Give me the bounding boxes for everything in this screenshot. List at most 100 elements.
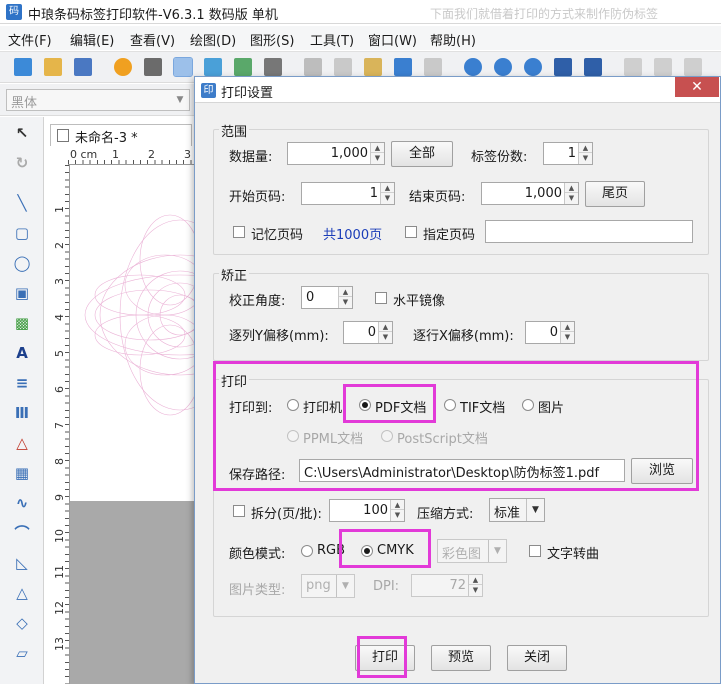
triangle-symbol-icon[interactable]: △ (12, 433, 32, 453)
copy-icon[interactable] (334, 58, 352, 76)
start-page-input[interactable] (302, 183, 382, 204)
color-mode-rgb-radio[interactable] (301, 545, 313, 557)
spin-up-icon[interactable]: ▲ (339, 287, 352, 297)
menu-tools[interactable]: 工具(T) (310, 30, 354, 49)
data-count-input[interactable] (288, 143, 372, 164)
pointer-icon[interactable]: ↖ (12, 123, 32, 143)
browse-button[interactable]: 浏览 (631, 458, 693, 484)
spin-up-icon[interactable]: ▲ (371, 143, 384, 153)
close-button[interactable]: 关闭 (507, 645, 567, 671)
database-icon[interactable] (204, 58, 222, 76)
rectangle-icon[interactable]: ▢ (12, 223, 32, 243)
save-path-input[interactable]: C:\Users\Administrator\Desktop\防伪标签1.pdf (299, 459, 625, 482)
last-page-button[interactable]: 尾页 (585, 181, 645, 207)
close-icon[interactable]: ✕ (675, 77, 719, 97)
row-x-offset-stepper[interactable]: ▲▼ (525, 321, 575, 344)
open-icon[interactable] (44, 58, 62, 76)
copies-input[interactable] (544, 143, 580, 164)
chevron-down-icon[interactable]: ▼ (526, 499, 544, 521)
preview-button[interactable]: 预览 (431, 645, 491, 671)
barcode-icon[interactable]: Ⅲ (12, 403, 32, 423)
spin-down-icon[interactable]: ▼ (379, 332, 392, 342)
print-button[interactable]: 打印 (355, 645, 415, 671)
menu-window[interactable]: 窗口(W) (368, 30, 417, 49)
align-right-icon[interactable] (684, 58, 702, 76)
row-x-offset-input[interactable] (526, 322, 562, 343)
label-canvas[interactable] (70, 165, 196, 501)
text-to-curve-checkbox[interactable] (529, 545, 541, 557)
menu-file[interactable]: 文件(F) (8, 30, 52, 49)
all-button[interactable]: 全部 (391, 141, 453, 167)
print-to-tif-radio[interactable] (444, 399, 456, 411)
spin-up-icon[interactable]: ▲ (561, 322, 574, 332)
settings-icon[interactable] (114, 58, 132, 76)
menu-view[interactable]: 查看(V) (130, 30, 175, 49)
line-icon[interactable]: ╲ (12, 193, 32, 213)
split-stepper[interactable]: ▲▼ (329, 499, 405, 522)
cut-icon[interactable] (304, 58, 322, 76)
spin-down-icon[interactable]: ▼ (579, 153, 592, 163)
align-center-icon[interactable] (654, 58, 672, 76)
split-checkbox[interactable] (233, 505, 245, 517)
col-y-spin[interactable]: ▲ ▼ (378, 322, 392, 343)
end-page-input[interactable] (482, 183, 566, 204)
save-icon[interactable] (74, 58, 92, 76)
font-family-select[interactable]: 黑体 ▼ (6, 89, 190, 111)
document-tab[interactable]: 未命名-3 * (50, 124, 192, 146)
spin-down-icon[interactable]: ▼ (371, 153, 384, 163)
print-to-image-radio[interactable] (522, 399, 534, 411)
text-icon[interactable]: A (12, 343, 32, 363)
color-mode-cmyk-radio[interactable] (361, 545, 373, 557)
picture-icon[interactable]: ▩ (12, 313, 32, 333)
remember-page-checkbox[interactable] (233, 226, 245, 238)
specify-page-input[interactable] (485, 220, 693, 243)
print-preview-icon[interactable] (173, 57, 193, 77)
spin-down-icon[interactable]: ▼ (391, 510, 404, 520)
redo-icon[interactable] (424, 58, 442, 76)
data-count-stepper[interactable]: ▲▼ (287, 142, 385, 165)
new-icon[interactable] (14, 58, 32, 76)
spin-down-icon[interactable]: ▼ (381, 193, 394, 203)
database-settings-icon[interactable] (234, 58, 252, 76)
menu-edit[interactable]: 编辑(E) (70, 30, 114, 49)
menu-draw[interactable]: 绘图(D) (190, 30, 236, 49)
start-page-stepper[interactable]: ▲▼ (301, 182, 395, 205)
mirror-checkbox[interactable] (375, 292, 387, 304)
copies-spin[interactable]: ▲ ▼ (578, 143, 592, 164)
ellipse-icon[interactable]: ◯ (12, 253, 32, 273)
end-page-stepper[interactable]: ▲▼ (481, 182, 579, 205)
spin-up-icon[interactable]: ▲ (391, 500, 404, 510)
qrcode-icon[interactable]: ▦ (12, 463, 32, 483)
spin-down-icon[interactable]: ▼ (561, 332, 574, 342)
zoom-fit-icon[interactable] (524, 58, 542, 76)
spin-down-icon[interactable]: ▼ (565, 193, 578, 203)
spin-up-icon[interactable]: ▲ (379, 322, 392, 332)
spin-up-icon[interactable]: ▲ (381, 183, 394, 193)
zoom-in-icon[interactable] (464, 58, 482, 76)
split-spin[interactable]: ▲ ▼ (390, 500, 404, 521)
start-page-spin[interactable]: ▲ ▼ (380, 183, 394, 204)
copies-stepper[interactable]: ▲▼ (543, 142, 593, 165)
curve-icon[interactable]: ∿ (12, 493, 32, 513)
spin-down-icon[interactable]: ▼ (339, 297, 352, 307)
end-page-spin[interactable]: ▲ ▼ (564, 183, 578, 204)
parallelogram-icon[interactable]: ▱ (12, 643, 32, 663)
diamond-icon[interactable]: ◇ (12, 613, 32, 633)
angle-stepper[interactable]: ▲▼ (301, 286, 353, 309)
split-input[interactable] (330, 500, 392, 521)
col-y-offset-stepper[interactable]: ▲▼ (343, 321, 393, 344)
rotate-icon[interactable]: ↻ (12, 153, 32, 173)
spin-up-icon[interactable]: ▲ (565, 183, 578, 193)
col-y-offset-input[interactable] (344, 322, 380, 343)
align-left-icon[interactable] (624, 58, 642, 76)
zoom-out-icon[interactable] (494, 58, 512, 76)
menu-shape[interactable]: 图形(S) (250, 30, 294, 49)
print-to-pdf-radio[interactable] (359, 399, 371, 411)
triangle-icon[interactable]: △ (12, 583, 32, 603)
arc-icon[interactable]: ⌒ (12, 523, 32, 543)
rich-text-icon[interactable]: ≡ (12, 373, 32, 393)
paste-icon[interactable] (364, 58, 382, 76)
zoom-page-icon[interactable] (554, 58, 572, 76)
undo-icon[interactable] (394, 58, 412, 76)
row-x-spin[interactable]: ▲ ▼ (560, 322, 574, 343)
